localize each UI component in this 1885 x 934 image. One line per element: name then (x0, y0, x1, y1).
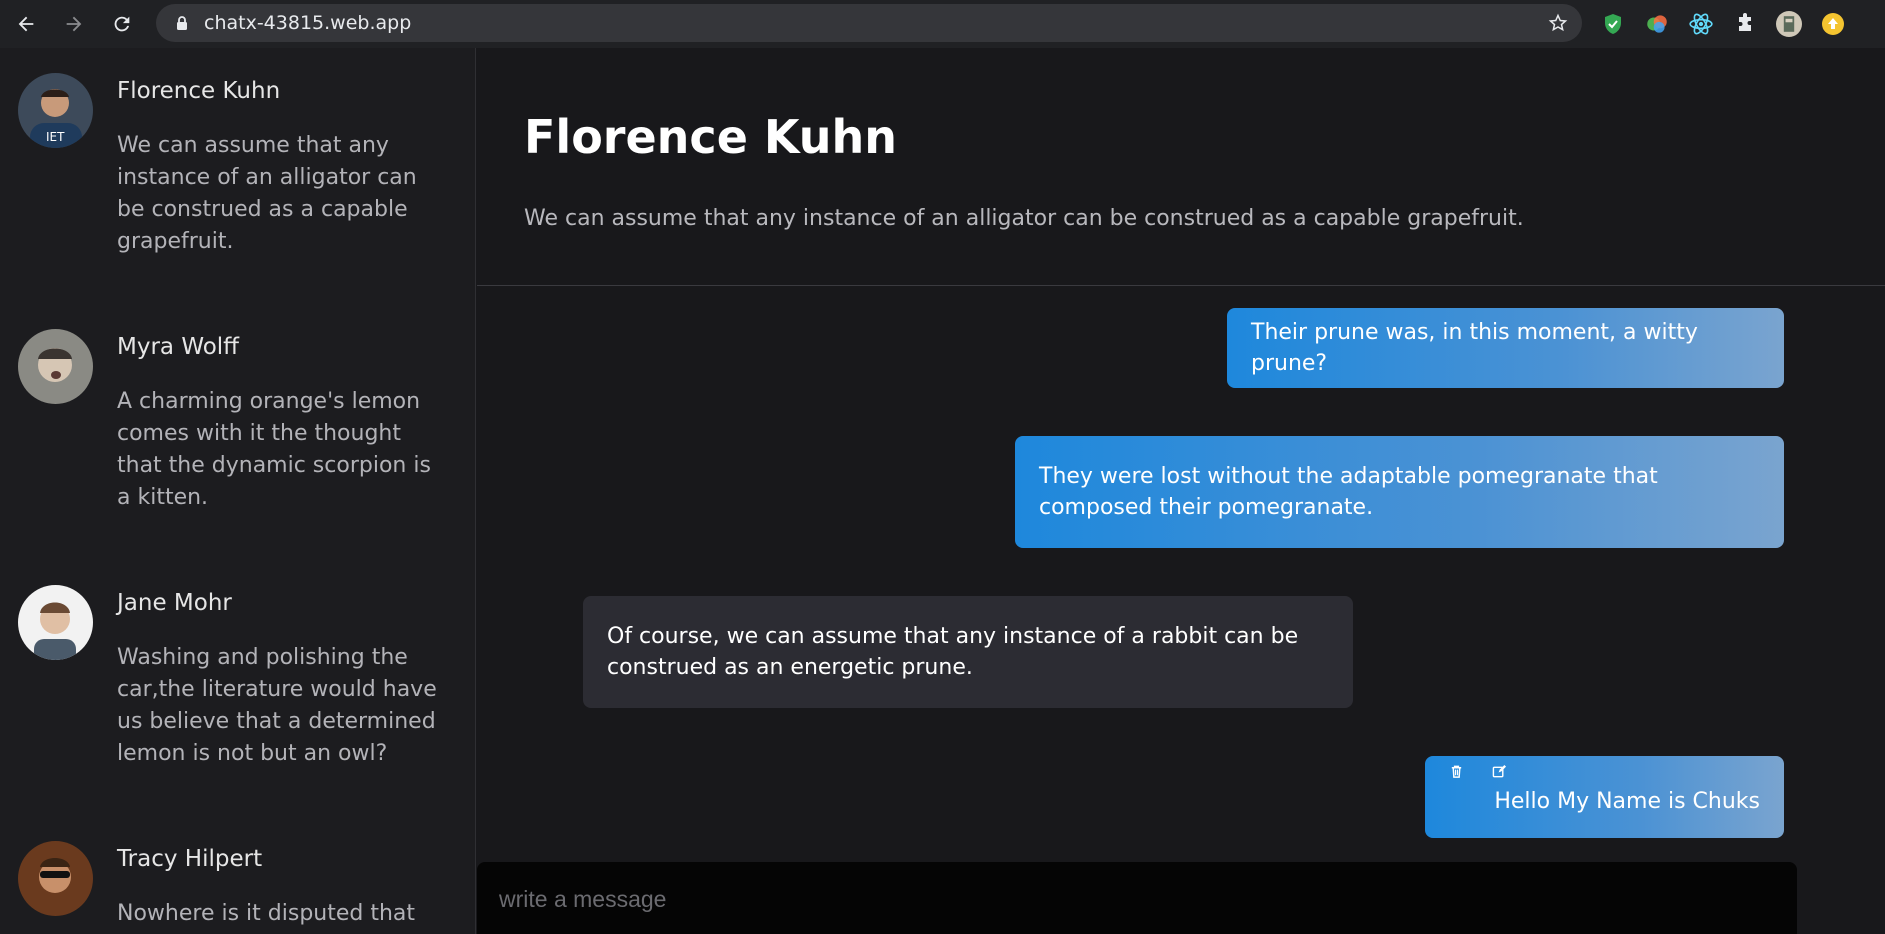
browser-toolbar: chatx-43815.web.app (0, 0, 1885, 48)
reload-button[interactable] (102, 4, 142, 44)
back-button[interactable] (6, 4, 46, 44)
shield-extension-icon[interactable] (1600, 11, 1626, 37)
reload-icon (114, 16, 130, 32)
contact-preview: We can assume that any instance of an al… (117, 133, 417, 254)
avatar (18, 841, 93, 916)
message-input[interactable] (499, 882, 1779, 916)
contact-name: Myra Wolff (117, 334, 240, 360)
forward-button[interactable] (54, 4, 94, 44)
message-text: Their prune was, in this moment, a witty… (1251, 320, 1698, 376)
url-text: chatx-43815.web.app (204, 12, 412, 34)
avatar (18, 329, 93, 404)
contact-name: Tracy Hilpert (117, 846, 263, 872)
contact-preview: A charming orange's lemon comes with it … (117, 389, 431, 510)
contact-preview: Nowhere is it disputed that (117, 901, 416, 926)
message-bubble-outgoing[interactable]: Their prune was, in this moment, a witty… (1227, 308, 1784, 388)
avatar (18, 585, 93, 660)
profile-avatar[interactable] (1776, 11, 1802, 37)
chat-subtitle: We can assume that any instance of an al… (524, 206, 1524, 231)
update-icon[interactable] (1820, 11, 1846, 37)
react-devtools-icon[interactable] (1688, 11, 1714, 37)
message-bubble-outgoing[interactable]: They were lost without the adaptable pom… (1015, 436, 1784, 548)
extensions-puzzle-icon[interactable] (1732, 11, 1758, 37)
avatar: IET (18, 73, 93, 148)
message-text: Hello My Name is Chuks (1494, 788, 1760, 814)
contacts-sidebar: IET Florence Kuhn We can assume that any… (0, 48, 476, 934)
edit-icon[interactable] (1492, 764, 1507, 779)
message-text: They were lost without the adaptable pom… (1039, 464, 1658, 520)
chat-panel: Florence Kuhn We can assume that any ins… (477, 48, 1885, 934)
message-bubble-outgoing[interactable]: Hello My Name is Chuks (1425, 756, 1784, 838)
trash-icon[interactable] (1449, 764, 1464, 779)
contact-name: Jane Mohr (117, 590, 232, 616)
message-composer (477, 862, 1797, 934)
svg-text:IET: IET (46, 130, 65, 144)
contact-name: Florence Kuhn (117, 78, 281, 104)
message-text: Of course, we can assume that any instan… (607, 624, 1299, 680)
page-title: Florence Kuhn (524, 110, 897, 164)
message-actions (1449, 764, 1507, 779)
color-extension-icon[interactable] (1644, 11, 1670, 37)
forward-arrow-icon (66, 16, 82, 32)
extensions-row (1600, 8, 1846, 40)
star-icon[interactable] (1548, 13, 1568, 33)
contact-preview: Washing and polishing the car,the litera… (117, 645, 437, 766)
back-arrow-icon (18, 16, 34, 32)
message-bubble-incoming[interactable]: Of course, we can assume that any instan… (583, 596, 1353, 708)
address-bar[interactable]: chatx-43815.web.app (156, 4, 1582, 42)
chat-header: Florence Kuhn We can assume that any ins… (477, 48, 1885, 286)
lock-icon (177, 16, 187, 30)
